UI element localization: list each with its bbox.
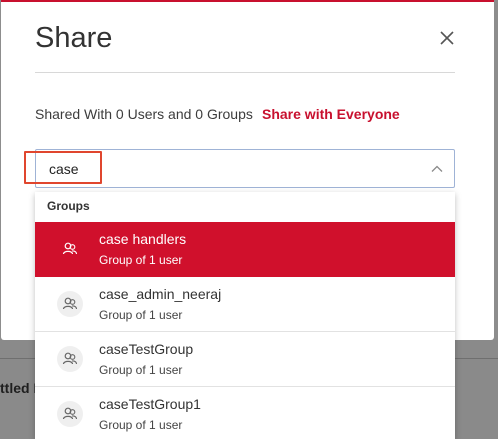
- search-input[interactable]: [49, 158, 389, 180]
- search-results-dropdown: Groups case handlers Group of 1 user case_…: [35, 192, 455, 439]
- share-with-everyone-link[interactable]: Share with Everyone: [262, 106, 400, 122]
- group-icon: [57, 401, 83, 427]
- chevron-up-icon[interactable]: [430, 162, 444, 176]
- background-partial-text: ttled F: [0, 380, 40, 396]
- dropdown-option[interactable]: caseTestGroup Group of 1 user: [35, 332, 455, 387]
- group-header: Groups: [47, 199, 90, 213]
- group-icon: [57, 346, 83, 372]
- shared-with-summary: Shared With 0 Users and 0 Groups: [35, 106, 253, 122]
- dropdown-option[interactable]: case_admin_neeraj Group of 1 user: [35, 277, 455, 332]
- option-subtitle: Group of 1 user: [99, 308, 183, 322]
- group-icon: [57, 291, 83, 317]
- option-subtitle: Group of 1 user: [99, 253, 183, 267]
- option-name: caseTestGroup: [99, 341, 194, 357]
- dialog-title: Share: [35, 22, 113, 54]
- dropdown-option[interactable]: case handlers Group of 1 user: [35, 222, 455, 277]
- close-button[interactable]: [437, 28, 457, 48]
- dropdown-option[interactable]: caseTestGroup1 Group of 1 user: [35, 387, 455, 439]
- group-icon: [57, 236, 83, 262]
- title-divider: [35, 72, 455, 73]
- close-icon: [440, 31, 454, 45]
- option-subtitle: Group of 1 user: [99, 363, 183, 377]
- share-search-field[interactable]: [35, 149, 455, 188]
- option-name: case handlers: [99, 231, 187, 247]
- option-name: case_admin_neeraj: [99, 286, 222, 302]
- option-subtitle: Group of 1 user: [99, 418, 183, 432]
- option-name: caseTestGroup1: [99, 396, 201, 412]
